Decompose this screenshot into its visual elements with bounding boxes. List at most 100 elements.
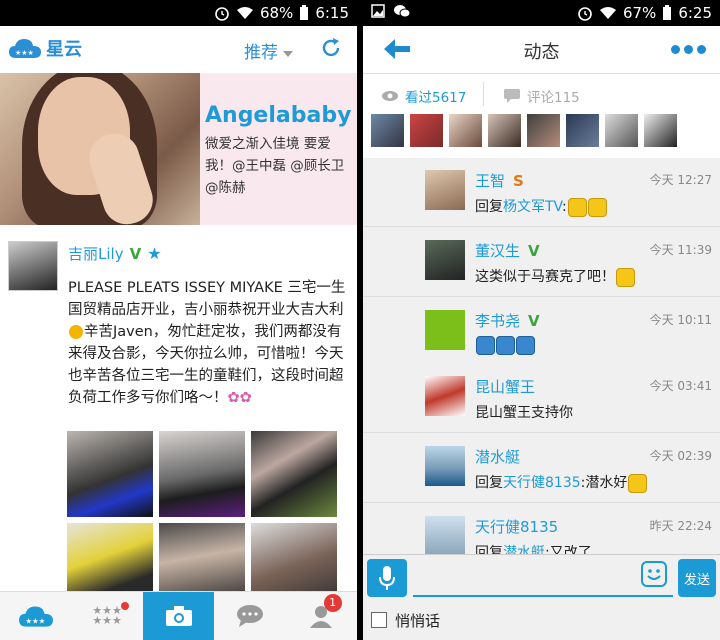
comment-time: 今天 12:27 — [649, 173, 712, 187]
battery-icon — [300, 5, 309, 20]
chat-icon — [236, 605, 263, 627]
views-count: 看过5617 — [405, 90, 467, 106]
camera-icon — [165, 606, 192, 626]
page-title: 动态 — [523, 42, 560, 63]
comment-avatar[interactable] — [425, 240, 465, 280]
refresh-button[interactable] — [320, 37, 342, 63]
comments-count: 评论115 — [527, 90, 580, 106]
comment-row[interactable]: 王智 S 今天 12:27 回复杨文军TV: — [363, 158, 720, 227]
viewer-avatar[interactable] — [449, 114, 482, 147]
recommend-dropdown[interactable]: 推荐 — [244, 38, 294, 63]
comment-row[interactable]: 李书尧 V 今天 10:11 — [363, 298, 720, 367]
right-screen: 67% 6:25 动态 看过5617 评论115 王智 S 今天 12:27 回… — [363, 0, 720, 640]
gallery-icon — [371, 4, 385, 18]
comment-avatar[interactable] — [425, 446, 465, 486]
clock: 6:15 — [315, 4, 349, 22]
whisper-option[interactable]: 悄悄话 — [363, 600, 720, 640]
comment-avatar[interactable] — [425, 376, 465, 416]
nav-profile[interactable]: 1 — [286, 592, 357, 640]
battery-icon — [663, 5, 672, 20]
emoji-picker-icon[interactable] — [641, 561, 667, 587]
avatar[interactable] — [8, 241, 58, 291]
status-bar: 68% 6:15 — [0, 0, 357, 26]
comment-text: 回复天行健8135:潜水好 — [475, 472, 648, 493]
svg-text:★★★: ★★★ — [25, 616, 45, 625]
nav-stars[interactable]: ★★★ ★★★ — [71, 592, 142, 640]
author-name: 吉丽Lily — [68, 245, 124, 263]
app-logo[interactable]: ★★★ 星云 — [8, 35, 82, 61]
status-bar: 67% 6:25 — [363, 0, 720, 26]
views-tab[interactable]: 看过5617 — [381, 86, 466, 106]
nav-messages[interactable] — [214, 592, 285, 640]
comment-avatar[interactable] — [425, 170, 465, 210]
viewer-avatar[interactable] — [644, 114, 677, 147]
compose-bar: 发送 — [363, 554, 720, 601]
comment-list: 王智 S 今天 12:27 回复杨文军TV: 董汉生 V 今天 11:39 这类似于… — [363, 158, 720, 554]
emoji-icon — [516, 336, 535, 355]
photo-2[interactable] — [159, 431, 245, 517]
microphone-icon — [379, 566, 395, 590]
more-menu-icon[interactable] — [671, 45, 706, 54]
nav-camera[interactable] — [142, 592, 215, 640]
reply-target[interactable]: 天行健8135 — [503, 475, 581, 491]
viewer-avatar[interactable] — [566, 114, 599, 147]
comment-row[interactable]: 董汉生 V 今天 11:39 这类似于马赛克了吧！ — [363, 228, 720, 297]
comments-tab[interactable]: 评论115 — [503, 86, 580, 106]
post-author[interactable]: 吉丽Lily V ★ — [68, 243, 162, 264]
svg-text:★★★: ★★★ — [15, 49, 34, 57]
post-text-part2: 辛苦Javen，匆忙赶定妆，我们两都没有来得及合影，今天你拉么帅，可惜啦！今天也… — [68, 324, 344, 406]
verified-badge: V — [528, 311, 540, 330]
comment-text: 昆山蟹王支持你 — [475, 405, 573, 421]
comment-time: 今天 03:41 — [649, 379, 712, 393]
comment-avatar[interactable] — [425, 310, 465, 350]
nav-home[interactable]: ★★★ — [0, 592, 71, 640]
viewer-avatar[interactable] — [527, 114, 560, 147]
emoji-icon — [496, 336, 515, 355]
star-badge-icon: ★ — [147, 244, 162, 263]
banner-name: Angelababy — [205, 103, 352, 128]
top-bar: ★★★ 星云 推荐 — [0, 26, 357, 74]
comment-text — [475, 336, 535, 355]
comment-row[interactable]: 潜水艇 今天 02:39 回复天行健8135:潜水好 — [363, 434, 720, 503]
comment-author[interactable]: 董汉生 V — [475, 240, 540, 261]
photo-grid — [67, 431, 339, 609]
photo-3[interactable] — [251, 431, 337, 517]
comment-author[interactable]: 天行健8135 — [475, 516, 558, 537]
refresh-icon — [322, 38, 340, 57]
comment-author[interactable]: 王智 S — [475, 170, 524, 191]
comment-row[interactable]: 天行健8135 昨天 22:24 回复潜水艇:又改了 — [363, 504, 720, 554]
viewer-avatar[interactable] — [371, 114, 404, 147]
reply-target[interactable]: 杨文军TV — [503, 199, 562, 215]
notification-dot — [121, 602, 130, 610]
emoji-icon — [587, 197, 607, 217]
recommend-label: 推荐 — [244, 43, 278, 63]
alarm-icon — [578, 7, 592, 21]
clock: 6:25 — [678, 4, 712, 22]
comment-author[interactable]: 潜水艇 — [475, 446, 520, 467]
comment-row[interactable]: 昆山蟹王 今天 03:41 昆山蟹王支持你 — [363, 364, 720, 433]
cloud-logo-icon: ★★★ — [18, 606, 53, 627]
app-name: 星云 — [46, 39, 82, 60]
whisper-label: 悄悄话 — [395, 611, 441, 630]
comment-text: 回复潜水艇:又改了 — [475, 542, 592, 554]
viewer-avatar[interactable] — [605, 114, 638, 147]
alarm-icon — [215, 7, 229, 21]
comment-icon — [504, 89, 520, 103]
comment-avatar[interactable] — [425, 516, 465, 554]
featured-banner[interactable]: Angelababy 微爱之渐入佳境 要爱我！@王中磊 @顾长卫 @陈赫 — [0, 73, 357, 225]
send-button[interactable]: 发送 — [678, 559, 716, 597]
whisper-checkbox[interactable] — [371, 612, 387, 628]
viewer-avatar[interactable] — [488, 114, 521, 147]
emoji-icon — [628, 473, 648, 493]
photo-1[interactable] — [67, 431, 153, 517]
smile-emoji-icon — [69, 325, 83, 339]
comment-author[interactable]: 昆山蟹王 — [475, 376, 535, 397]
voice-button[interactable] — [367, 559, 407, 597]
emoji-icon — [476, 336, 495, 355]
clap-emoji-icon: ✿✿ — [227, 390, 252, 406]
viewer-avatar[interactable] — [410, 114, 443, 147]
comment-author[interactable]: 李书尧 V — [475, 310, 540, 331]
emoji-icon — [567, 197, 587, 217]
reply-target[interactable]: 潜水艇 — [503, 545, 545, 554]
comment-input[interactable] — [413, 561, 673, 597]
